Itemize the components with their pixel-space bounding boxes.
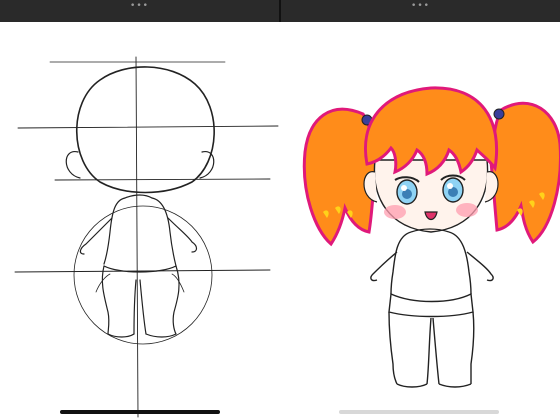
left-foot <box>396 383 428 388</box>
sketch-left-ear <box>65 151 81 179</box>
vertical-guide-line <box>135 56 139 418</box>
sketch-inner-leg-left <box>133 279 137 335</box>
right-blush <box>456 203 478 217</box>
right-window-top-bar[interactable]: ••• <box>281 0 560 22</box>
right-leg-outer <box>470 311 475 384</box>
left-blush <box>384 205 406 219</box>
left-home-indicator[interactable] <box>60 410 220 414</box>
right-multitask-handle-icon[interactable]: ••• <box>411 2 430 11</box>
right-canvas[interactable] <box>281 22 560 420</box>
right-home-indicator[interactable] <box>339 410 499 414</box>
left-window-top-bar[interactable]: ••• <box>0 0 279 22</box>
torso-left <box>390 231 412 295</box>
colored-drawing <box>302 86 560 388</box>
torso-right <box>448 231 472 295</box>
guide-line-chin <box>54 178 271 181</box>
sketch-head <box>75 66 215 194</box>
right-foot <box>438 383 472 388</box>
right-hair-tie <box>493 108 505 120</box>
sketch-torso-right <box>151 197 177 267</box>
left-leg-inner <box>426 317 432 385</box>
sketch-right-leg-outer <box>172 265 180 335</box>
body-guide-circle <box>73 205 213 345</box>
waist <box>388 292 474 318</box>
left-canvas[interactable] <box>0 22 279 420</box>
right-pigtail <box>489 101 560 245</box>
right-leg-inner <box>432 317 440 385</box>
sketch-right-foot <box>145 333 177 338</box>
sketch-left-leg-outer <box>101 265 110 335</box>
sketch-torso-left <box>103 197 126 265</box>
split-view-screen: ••• ••• <box>0 0 560 420</box>
sketch-inner-leg-right <box>139 279 147 335</box>
right-arm <box>466 251 494 282</box>
left-leg-outer <box>388 311 398 385</box>
guide-line-top <box>17 125 279 129</box>
sketch-drawing <box>14 56 279 418</box>
left-multitask-handle-icon[interactable]: ••• <box>130 2 149 11</box>
